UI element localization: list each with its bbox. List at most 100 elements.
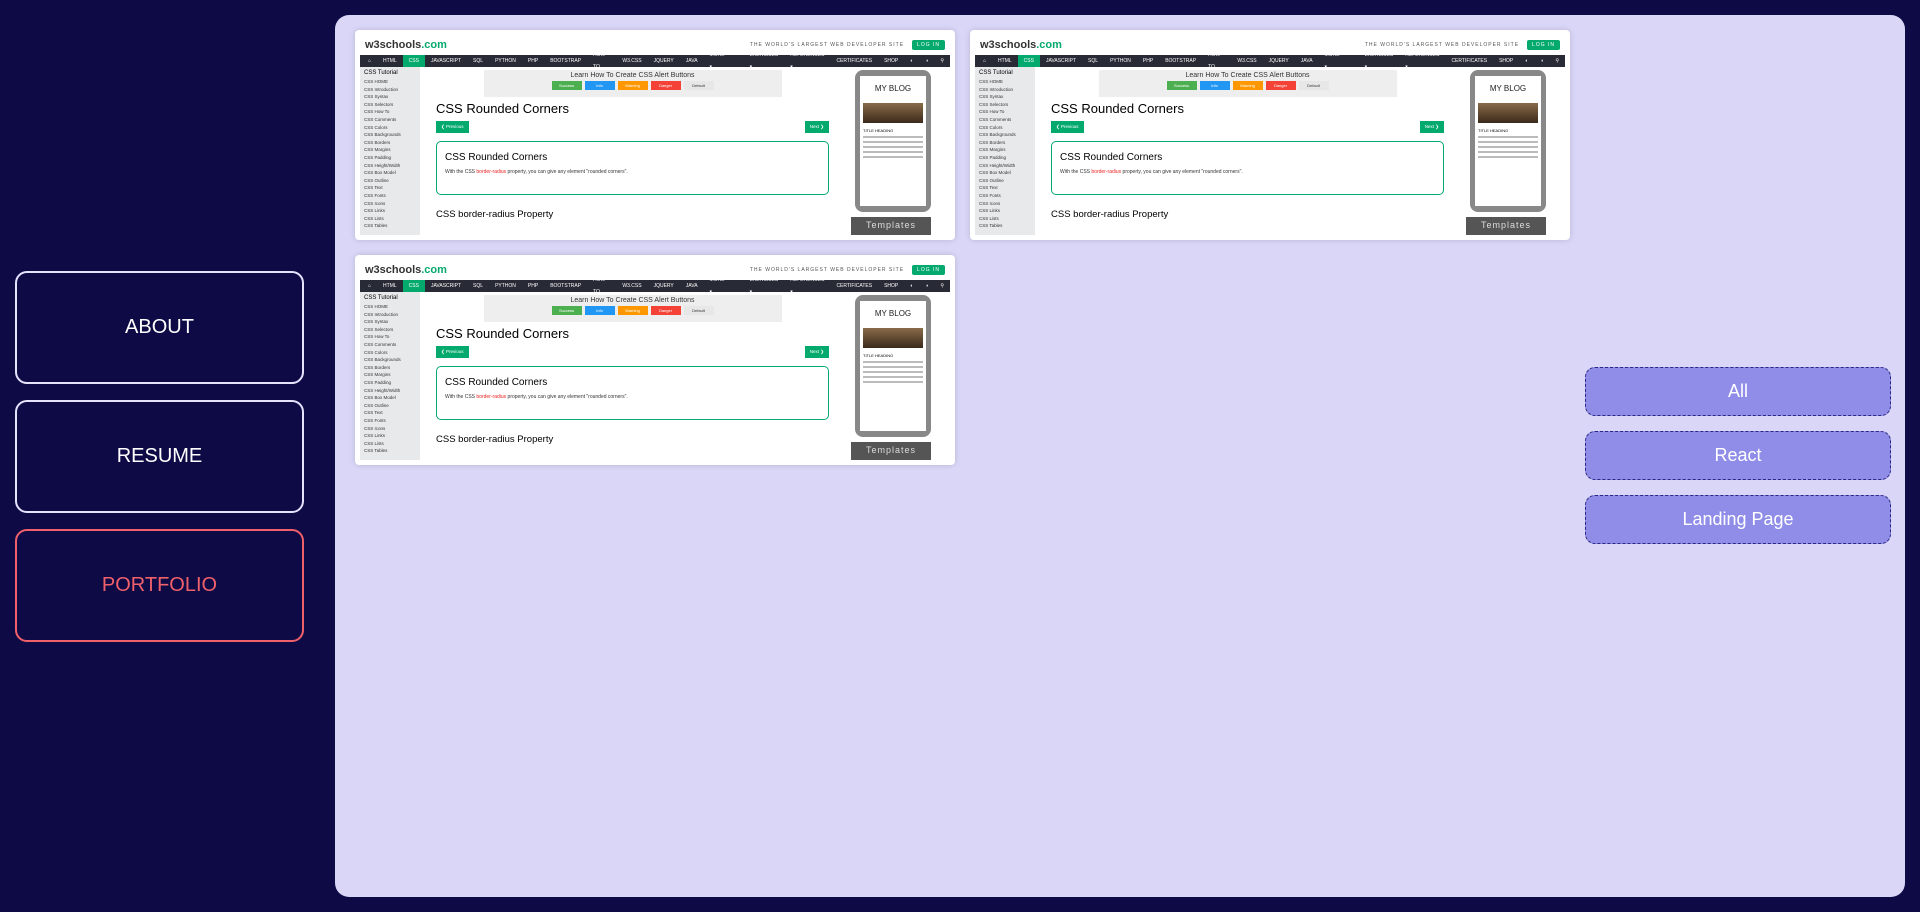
w3-sidebar-item: CSS Syntax xyxy=(364,319,389,325)
templates-label: Templates xyxy=(1466,217,1546,235)
w3-sidebar-item: CSS Icons xyxy=(364,425,386,431)
w3-nav-item: CERTIFICATES xyxy=(836,58,873,64)
w3-sidebar-item: CSS Colors xyxy=(364,349,388,355)
w3-sidebar-item: CSS Height/Width xyxy=(979,162,1016,168)
w3-subheading: CSS border-radius Property xyxy=(1051,209,1169,220)
w3-sidebar-item: CSS Box Model xyxy=(364,170,396,176)
w3-sidebar-item: CSS Outline xyxy=(364,177,389,183)
w3-nav-item: SQL xyxy=(473,58,484,64)
w3-nav-item: PHP xyxy=(527,58,539,64)
w3-nav-item: ⚲ xyxy=(940,58,944,64)
w3-sidebar: CSS Tutorial CSS HOME CSS Introduction CSS… xyxy=(360,67,420,235)
w3-sidebar-item: CSS Box Model xyxy=(364,395,396,401)
w3-sidebar-item: CSS How To xyxy=(979,109,1005,115)
nav-about-button[interactable]: ABOUT xyxy=(15,271,304,384)
w3-ad-button: Success xyxy=(551,306,582,315)
w3-sidebar-item: CSS Icons xyxy=(364,200,386,206)
w3-sidebar-item: CSS Lists xyxy=(979,215,999,221)
w3-logo: w3schools.com xyxy=(980,39,1062,51)
w3-nav-item: JAVASCRIPT xyxy=(430,58,462,64)
w3-sidebar-item: CSS Selectors xyxy=(364,101,394,107)
w3-sidebar-item: CSS HOME xyxy=(364,79,389,84)
w3-subheading: CSS border-radius Property xyxy=(436,209,554,220)
w3-subheading: CSS border-radius Property xyxy=(436,434,554,445)
nav-resume-button[interactable]: RESUME xyxy=(15,400,304,513)
w3-sidebar-item: CSS Borders xyxy=(364,139,391,145)
w3-sidebar-item: CSS Tables xyxy=(979,223,1003,229)
w3-prev-badge: ❮ Previous xyxy=(1051,121,1084,133)
w3-sidebar-item: CSS Padding xyxy=(364,154,392,160)
w3-ad-button: Info xyxy=(584,306,615,315)
w3-sidebar-item: CSS Selectors xyxy=(364,326,394,332)
w3-login-badge: LOG IN xyxy=(912,40,945,50)
side-nav: ABOUT RESUME PORTFOLIO xyxy=(15,271,304,658)
w3-nav-item: ⚲ xyxy=(1555,58,1559,64)
w3-nav-item: W3.CSS xyxy=(1237,58,1257,64)
w3-nav-item: SHOP xyxy=(884,58,899,64)
w3-nav-item: JAVA xyxy=(685,283,698,289)
w3-ad-button: Info xyxy=(1199,81,1230,90)
phone-mockup: MY BLOG TITLE HEADING xyxy=(855,295,931,437)
w3-sidebar-item: CSS Colors xyxy=(979,124,1003,130)
filter-list: All React Landing Page xyxy=(1585,367,1891,559)
w3-tagline: THE WORLD'S LARGEST WEB DEVELOPER SITE xyxy=(749,267,905,273)
w3-sidebar-item: CSS Backgrounds xyxy=(979,132,1016,138)
w3-nav-item: BOOTSTRAP xyxy=(550,58,582,64)
w3-sidebar-item: CSS Fonts xyxy=(364,192,386,198)
w3-sidebar-item: CSS Introduction xyxy=(364,86,399,92)
w3-nav-item: JAVA xyxy=(1300,58,1313,64)
w3-nav-item: CSS xyxy=(1017,55,1040,67)
w3-ad-button: Default xyxy=(1298,81,1329,90)
phone-mockup: MY BLOG TITLE HEADING xyxy=(1470,70,1546,212)
w3-nav-item: SHOP xyxy=(1499,58,1514,64)
w3-sidebar-item: CSS Links xyxy=(979,208,1001,214)
w3-logo: w3schools.com xyxy=(365,264,447,276)
w3-nav-item: HTML xyxy=(383,283,397,289)
w3-nav-item: CERTIFICATES xyxy=(1451,58,1488,64)
w3-nav-item: ⌂ xyxy=(368,283,372,289)
w3-nav-item: PYTHON xyxy=(495,58,516,64)
w3-sidebar-item: CSS Comments xyxy=(979,116,1012,122)
w3-nav-item: ◐ xyxy=(910,58,914,64)
project-card[interactable]: w3schools.com THE WORLD'S LARGEST WEB DE… xyxy=(355,255,955,465)
w3-nav-item: CSS xyxy=(402,280,425,292)
w3-sidebar-item: CSS Text xyxy=(364,410,383,416)
w3-navbar: ⌂ HTML CSS JAVASCRIPT SQL PYTHON PHP BOOTSTRAP H… xyxy=(360,52,950,70)
w3-sidebar-item: CSS Margins xyxy=(364,147,391,153)
nav-portfolio-button[interactable]: PORTFOLIO xyxy=(15,529,304,642)
w3-navbar: ⌂ HTML CSS JAVASCRIPT SQL PYTHON PHP BOOTSTRAP H… xyxy=(360,277,950,295)
w3-ad-button: Success xyxy=(551,81,582,90)
w3-sidebar: CSS Tutorial CSS HOME CSS Introduction CSS… xyxy=(360,292,420,460)
w3-nav-item: JQUERY xyxy=(653,283,674,289)
w3-nav-item: W3.CSS xyxy=(622,283,642,289)
w3-intro-box: CSS Rounded Corners With the CSS border-… xyxy=(1051,141,1444,195)
w3-ad-button: Warning xyxy=(617,81,648,90)
w3-nav-item: JQUERY xyxy=(1268,58,1289,64)
w3-ad-banner: Learn How To Create CSS Alert Buttons Su… xyxy=(483,295,782,322)
project-card[interactable]: w3schools.com THE WORLD'S LARGEST WEB DE… xyxy=(970,30,1570,240)
w3-nav-item: ⌂ xyxy=(368,58,372,64)
w3-sidebar-item: CSS Comments xyxy=(364,116,397,122)
w3-nav-item: SHOP xyxy=(884,283,899,289)
w3-sidebar-item: CSS Text xyxy=(979,185,998,191)
w3-sidebar-item: CSS Padding xyxy=(364,379,392,385)
w3-sidebar-item: CSS Box Model xyxy=(979,170,1011,176)
w3-page-title: CSS Rounded Corners xyxy=(1051,101,1184,116)
w3-nav-item: JAVASCRIPT xyxy=(1045,58,1077,64)
templates-label: Templates xyxy=(851,442,931,460)
project-thumbnail: w3schools.com THE WORLD'S LARGEST WEB DE… xyxy=(360,35,950,235)
filter-all-button[interactable]: All xyxy=(1585,367,1891,416)
w3-ad-button: Default xyxy=(683,81,714,90)
filter-landing-page-button[interactable]: Landing Page xyxy=(1585,495,1891,544)
w3-nav-item: HTML xyxy=(998,58,1012,64)
project-thumbnail: w3schools.com THE WORLD'S LARGEST WEB DE… xyxy=(975,35,1565,235)
w3-sidebar-item: CSS Icons xyxy=(979,200,1001,206)
w3-sidebar-item: CSS Text xyxy=(364,185,383,191)
w3-intro-box: CSS Rounded Corners With the CSS border-… xyxy=(436,141,829,195)
w3-sidebar-item: CSS Fonts xyxy=(979,192,1001,198)
project-card[interactable]: w3schools.com THE WORLD'S LARGEST WEB DE… xyxy=(355,30,955,240)
filter-react-button[interactable]: React xyxy=(1585,431,1891,480)
w3-sidebar-item: CSS How To xyxy=(364,334,390,340)
w3-sidebar-item: CSS Syntax xyxy=(364,94,389,100)
w3-sidebar-item: CSS HOME xyxy=(979,79,1004,84)
